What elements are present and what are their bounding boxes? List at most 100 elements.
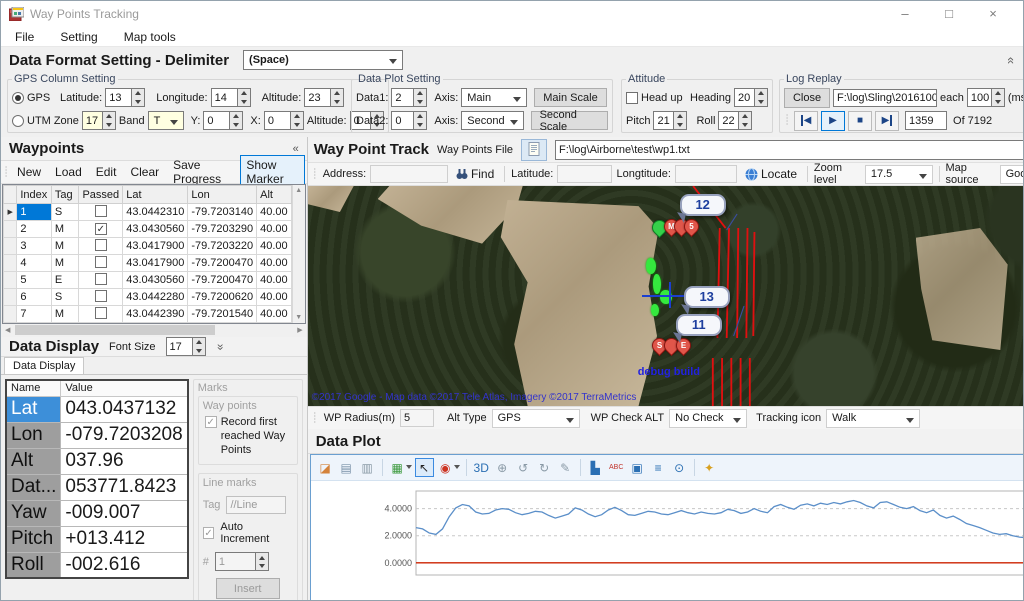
collapse-left-icon[interactable]: « <box>293 143 299 155</box>
pen-icon[interactable]: ✎ <box>556 458 575 477</box>
data-display-row[interactable]: Alt037.96 <box>6 448 188 474</box>
longitude-spinner[interactable]: 14 <box>211 88 251 107</box>
labels-abc-icon[interactable]: ABC <box>607 458 626 477</box>
toolbar-button-edit[interactable]: Edit <box>91 163 122 181</box>
map-view[interactable]: M 5 S E 12 13 11 debug build ©2017 Googl… <box>308 186 1024 406</box>
frame-position-field[interactable]: 1359 <box>905 111 947 130</box>
utm-radio[interactable] <box>12 115 24 127</box>
insert-button[interactable]: Insert <box>216 578 280 599</box>
band-combobox[interactable]: T <box>148 111 184 130</box>
data1-spinner[interactable]: 2 <box>391 88 427 107</box>
bar-chart-icon[interactable]: ▙ <box>586 458 605 477</box>
passed-checkbox[interactable] <box>95 205 107 217</box>
data-display-row[interactable]: Dat...053771.8423 <box>6 474 188 500</box>
axis1-combobox[interactable]: Main <box>461 88 527 107</box>
wp-check-combobox[interactable]: No Check <box>669 409 747 428</box>
waypoint-bubble-12[interactable]: 12 <box>680 194 726 216</box>
skip-end-button[interactable]: ▶ <box>875 111 899 131</box>
data-display-row[interactable]: Roll-002.616 <box>6 552 188 578</box>
main-scale-button[interactable]: Main Scale <box>534 88 606 107</box>
legend-icon[interactable]: ≡ <box>649 458 668 477</box>
tab-data-display[interactable]: Data Display <box>4 357 84 374</box>
rotate-3d-icon[interactable]: 3D <box>472 458 491 477</box>
x-spinner[interactable]: 0 <box>264 111 304 130</box>
zone-spinner[interactable]: 17 <box>82 111 116 130</box>
log-close-button[interactable]: Close <box>784 88 830 108</box>
log-path-field[interactable]: F:\log\Sling\20161005\ <box>833 89 937 107</box>
pointer-select-icon[interactable]: ↖ <box>415 458 434 477</box>
roll-spinner[interactable]: 22 <box>718 111 752 130</box>
record-first-checkbox[interactable]: ✓ <box>205 416 217 428</box>
interval-spinner[interactable]: 100 <box>967 88 1005 107</box>
passed-checkbox[interactable]: ✓ <box>95 223 107 235</box>
line-tag-field[interactable]: //Line <box>226 496 286 514</box>
properties-icon[interactable]: ✦ <box>700 458 719 477</box>
play-button[interactable]: ▶ <box>821 111 845 131</box>
column-header-lon[interactable]: Lon <box>188 186 257 204</box>
toolbar-button-new[interactable]: New <box>12 163 46 181</box>
waypoint-row[interactable]: 5E43.0430560-79.720047040.00 <box>4 272 292 289</box>
data-plot-chart[interactable]: 4.00002.00000.0000 <box>368 481 1024 600</box>
column-header-lat[interactable]: Lat <box>123 186 188 204</box>
map-source-combobox[interactable]: GoogleHybridMap <box>1000 165 1024 184</box>
zoom-level-combobox[interactable]: 17.5 <box>865 165 933 184</box>
waypoints-file-path-field[interactable]: F:\log\Airborne\test\wp1.txt <box>555 140 1024 160</box>
open-file-button[interactable] <box>521 139 547 161</box>
vertical-scrollbar[interactable]: ▲▼ <box>292 185 305 323</box>
passed-checkbox[interactable] <box>95 307 107 319</box>
font-size-spinner[interactable]: 17 <box>166 337 206 356</box>
toolbar-button-load[interactable]: Load <box>50 163 87 181</box>
alt-type-combobox[interactable]: GPS <box>492 409 580 428</box>
column-header-alt[interactable]: Alt <box>257 186 292 204</box>
compass-icon[interactable]: ◉ <box>436 458 455 477</box>
wp-radius-field[interactable]: 5 <box>400 409 434 427</box>
skip-start-button[interactable]: ◀ <box>794 111 818 131</box>
waypoint-row[interactable]: 6S43.0442280-79.720062040.00 <box>4 289 292 306</box>
rotate-ccw-icon[interactable]: ↺ <box>514 458 533 477</box>
heading-spinner[interactable]: 20 <box>734 88 768 107</box>
delimiter-combobox[interactable]: (Space) <box>243 50 403 70</box>
close-button[interactable]: × <box>971 1 1015 27</box>
data-display-row[interactable]: Lon-079.7203208 <box>6 422 188 448</box>
pan-icon[interactable]: ⊕ <box>493 458 512 477</box>
rotate-cw-icon[interactable]: ↻ <box>535 458 554 477</box>
menu-setting[interactable]: Setting <box>60 30 97 44</box>
data-display-row[interactable]: Lat043.0437132 <box>6 396 188 422</box>
passed-checkbox[interactable] <box>95 256 107 268</box>
auto-increment-checkbox[interactable]: ✓ <box>203 527 215 539</box>
menu-file[interactable]: File <box>15 30 34 44</box>
maximize-button[interactable]: □ <box>927 1 971 27</box>
chart-type-icon[interactable]: ▦ <box>388 458 407 477</box>
users-icon[interactable]: ◪ <box>316 458 335 477</box>
column-header-index[interactable]: Index <box>17 186 52 204</box>
pitch-spinner[interactable]: 21 <box>653 111 687 130</box>
copy-page-icon[interactable]: ▤ <box>337 458 356 477</box>
minimize-button[interactable]: – <box>883 1 927 27</box>
passed-checkbox[interactable] <box>95 290 107 302</box>
y-spinner[interactable]: 0 <box>203 111 243 130</box>
toolbar-button-clear[interactable]: Clear <box>125 163 164 181</box>
menu-map-tools[interactable]: Map tools <box>124 30 176 44</box>
waypoint-row[interactable]: 4M43.0417900-79.720047040.00 <box>4 255 292 272</box>
waypoint-bubble-11[interactable]: 11 <box>676 314 722 336</box>
column-header-passed[interactable]: Passed <box>79 186 123 204</box>
find-button[interactable]: Find <box>452 166 498 182</box>
passed-checkbox[interactable] <box>95 273 107 285</box>
data2-spinner[interactable]: 0 <box>391 111 427 130</box>
waypoint-row[interactable]: 2M✓43.0430560-79.720329040.00 <box>4 221 292 238</box>
zoom-window-icon[interactable]: ▣ <box>628 458 647 477</box>
longitude-input[interactable] <box>675 165 737 183</box>
horizontal-scrollbar[interactable]: ◀▶ <box>3 324 305 336</box>
data-display-row[interactable]: Yaw-009.007 <box>6 500 188 526</box>
address-input[interactable] <box>370 165 448 183</box>
latitude-spinner[interactable]: 13 <box>105 88 145 107</box>
column-header-tag[interactable]: Tag <box>51 186 79 204</box>
stop-button[interactable]: ■ <box>848 111 872 131</box>
waypoint-row[interactable]: 7M43.0442390-79.720154040.00 <box>4 306 292 323</box>
collapse-down-icon[interactable]: « <box>212 343 226 350</box>
print-icon[interactable]: ▥ <box>358 458 377 477</box>
head-up-checkbox[interactable] <box>626 92 638 104</box>
altitude-spinner[interactable]: 23 <box>304 88 344 107</box>
line-number-spinner[interactable]: 1 <box>215 552 269 571</box>
passed-checkbox[interactable] <box>95 239 107 251</box>
